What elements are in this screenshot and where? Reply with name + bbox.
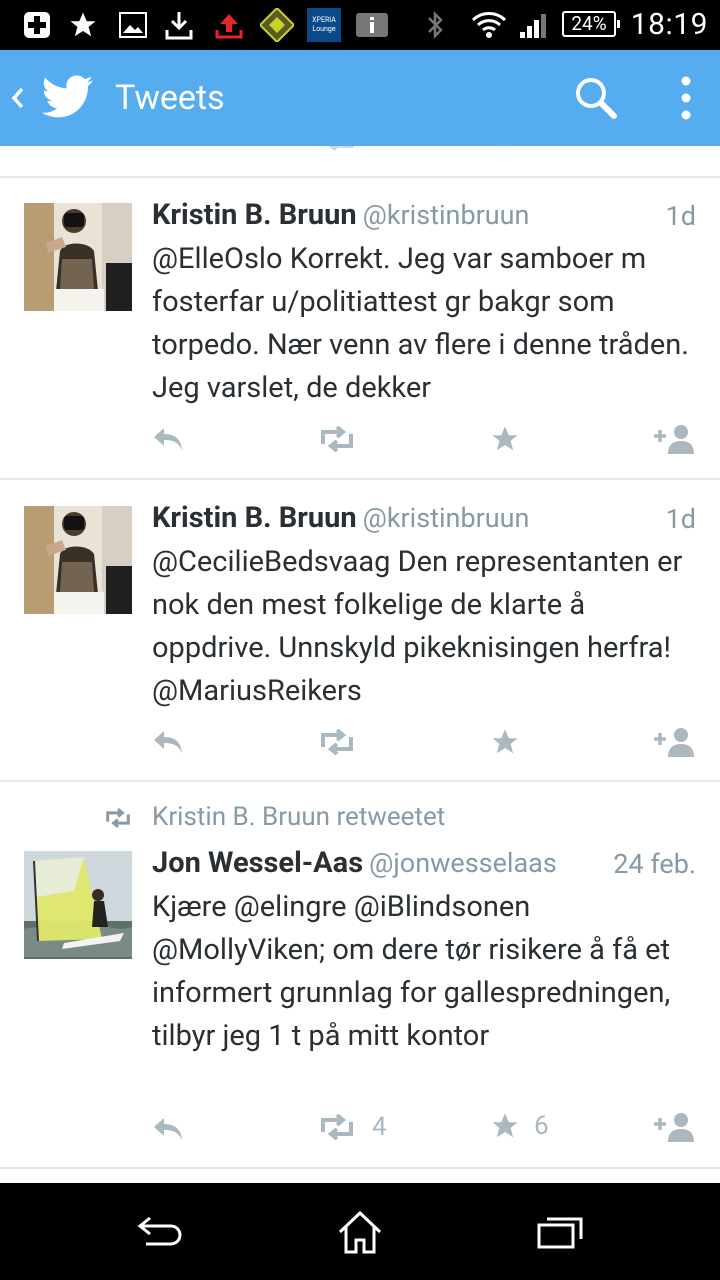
- retweet-button[interactable]: [318, 426, 356, 452]
- retweeted-icon: [106, 808, 130, 828]
- author-handle: @kristinbruun: [362, 199, 530, 231]
- follow-icon: [654, 425, 694, 454]
- favorite-button[interactable]: 6: [490, 1111, 549, 1141]
- separator: [0, 1167, 720, 1169]
- author-handle: @jonwesselaas: [369, 847, 557, 879]
- retweet-icon: [321, 729, 353, 755]
- tweet-timestamp: 1d: [665, 200, 696, 232]
- back-nav-button[interactable]: [100, 1183, 220, 1280]
- app-icon: [258, 0, 296, 50]
- retweet-count: 4: [372, 1112, 387, 1142]
- reply-button[interactable]: [152, 426, 184, 452]
- previous-tweet-actions: [0, 146, 720, 152]
- author-name-text: Kristin B. Bruun: [152, 198, 357, 232]
- reply-button[interactable]: [152, 729, 184, 755]
- favorite-count: 6: [534, 1111, 549, 1141]
- clock: 18:19: [630, 7, 708, 42]
- avatar[interactable]: [24, 203, 132, 311]
- avatar[interactable]: [24, 851, 132, 959]
- reply-icon: [154, 731, 182, 753]
- recent-apps-nav-button[interactable]: [500, 1183, 620, 1280]
- info-icon: [354, 0, 390, 50]
- follow-icon: [654, 728, 694, 757]
- xperia-lounge-icon: XPERIA Lounge: [306, 0, 342, 50]
- author-name[interactable]: Jon Wessel-Aas @jonwesselaas: [152, 846, 557, 880]
- battery-icon: 24%: [562, 11, 620, 37]
- favorite-icon: [492, 1113, 518, 1138]
- favorite-icon: [498, 146, 510, 148]
- tweet-timestamp: 1d: [665, 503, 696, 535]
- retweet-button[interactable]: 4: [318, 1112, 387, 1142]
- signal-icon: [516, 0, 552, 50]
- download-icon: [162, 0, 196, 50]
- home-nav-button[interactable]: [300, 1183, 420, 1280]
- follow-button[interactable]: [654, 727, 696, 757]
- action-bar: Tweets: [0, 50, 720, 146]
- tweet-item[interactable]: Kristin B. Bruun @kristinbruun 1d @ElleOs…: [0, 178, 720, 478]
- follow-button[interactable]: [654, 1112, 696, 1142]
- more-vertical-icon: [681, 76, 691, 120]
- upload-icon: [212, 0, 246, 50]
- author-handle: @kristinbruun: [362, 502, 530, 534]
- author-name-text: Jon Wessel-Aas: [152, 846, 364, 880]
- tweet-item[interactable]: Kristin B. Bruun retweetet Jon Wessel-Aa…: [0, 782, 720, 1167]
- tweet-text: Kjære @elingre @iBlindsonen @MollyViken;…: [152, 890, 671, 1053]
- tweet-text: @CecilieBedsvaag Den representanten er n…: [152, 545, 683, 708]
- author-name[interactable]: Kristin B. Bruun @kristinbruun: [152, 198, 529, 232]
- author-name-text: Kristin B. Bruun: [152, 501, 357, 535]
- retweet-button[interactable]: [318, 729, 356, 755]
- back-arrow-icon: [137, 1216, 182, 1245]
- xperia-lounge-label: XPERIA Lounge: [307, 8, 341, 42]
- page-title: Tweets: [115, 78, 225, 118]
- tweet-timeline[interactable]: Kristin B. Bruun @kristinbruun 1d @ElleOs…: [0, 146, 720, 1183]
- retweeted-by-label[interactable]: Kristin B. Bruun retweetet: [152, 802, 445, 832]
- reply-icon: [154, 428, 182, 450]
- navigation-bar: [0, 1183, 720, 1280]
- star-icon: [66, 0, 100, 50]
- home-icon: [338, 1210, 382, 1253]
- wifi-icon: [470, 0, 508, 50]
- twitter-logo-icon: [42, 75, 93, 118]
- reply-icon: [154, 1118, 182, 1140]
- overflow-menu-button[interactable]: [656, 50, 716, 146]
- status-bar: XPERIA Lounge 24% 18:19: [0, 0, 720, 50]
- retweet-icon: [321, 1114, 353, 1140]
- recent-apps-icon: [537, 1217, 583, 1248]
- tweet-item[interactable]: Kristin B. Bruun @kristinbruun 1d @Cecili…: [0, 480, 720, 780]
- add-icon: [20, 0, 54, 50]
- bluetooth-icon: [422, 0, 448, 50]
- favorite-icon: [492, 426, 518, 451]
- back-button[interactable]: [0, 50, 105, 146]
- chevron-left-icon: [11, 87, 24, 109]
- search-icon: [576, 78, 617, 119]
- avatar[interactable]: [24, 506, 132, 614]
- picture-icon: [116, 0, 150, 50]
- follow-button[interactable]: [654, 424, 696, 454]
- retweet-icon: [328, 146, 354, 150]
- search-button[interactable]: [560, 50, 632, 146]
- author-name[interactable]: Kristin B. Bruun @kristinbruun: [152, 501, 529, 535]
- favorite-icon: [492, 729, 518, 754]
- follow-icon: [654, 1113, 694, 1142]
- retweet-icon: [321, 426, 353, 452]
- tweet-text: @ElleOslo Korrekt. Jeg var samboer m fos…: [152, 242, 689, 405]
- reply-button[interactable]: [152, 1116, 184, 1142]
- favorite-button[interactable]: [490, 424, 520, 454]
- favorite-button[interactable]: [490, 727, 520, 757]
- tweet-timestamp: 24 feb.: [613, 848, 696, 880]
